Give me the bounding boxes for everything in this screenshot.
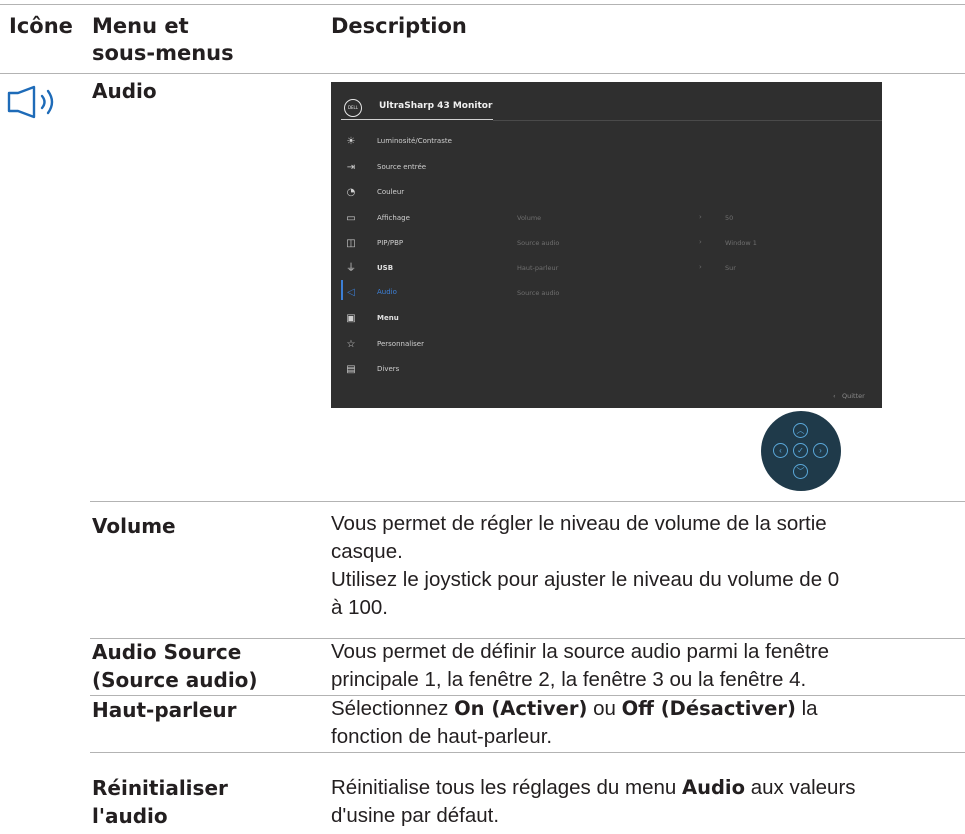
usb-icon: ⏚ <box>346 263 356 274</box>
osd-title: UltraSharp 43 Monitor <box>379 101 493 111</box>
osd-tab-underline <box>341 119 493 120</box>
osd-menu-label: PIP/PBP <box>377 239 404 247</box>
osd-sub-audio-source-value: Window 1 <box>725 239 757 247</box>
chevron-left-icon: ‹ <box>833 392 836 400</box>
osd-menu-item-personalize[interactable]: ☆ Personnaliser <box>331 339 531 355</box>
osd-menu-item-audio[interactable]: ◁ Audio <box>331 287 531 303</box>
osd-menu-item-display[interactable]: ▭ Affichage <box>331 213 531 229</box>
desc-text: la <box>795 697 818 720</box>
dell-logo-icon: DELL <box>344 99 362 117</box>
menu-icon: ▣ <box>346 313 356 324</box>
desc-bold: Off (Désactiver) <box>621 697 796 720</box>
color-icon: ◔ <box>346 187 356 198</box>
osd-quit-button[interactable]: Quitter <box>842 392 865 400</box>
osd-menu-item-menu[interactable]: ▣ Menu <box>331 313 531 329</box>
desc-text: Réinitialise tous les réglages du menu <box>331 776 682 799</box>
row-desc-reset-audio: Réinitialise tous les réglages du menu A… <box>331 774 956 830</box>
desc-bold: On (Activer) <box>454 697 588 720</box>
input-source-icon: ⇥ <box>346 162 356 173</box>
joystick-left-icon: ‹ <box>773 443 788 458</box>
desc-line: à 100. <box>331 596 388 619</box>
label-line: Audio Source <box>92 640 242 664</box>
osd-menu-label: Affichage <box>377 214 410 222</box>
chevron-right-icon: › <box>699 213 702 221</box>
label-line: (Source audio) <box>92 668 258 692</box>
header-description-column: Description <box>331 14 467 38</box>
osd-menu-label: Couleur <box>377 188 405 196</box>
label-line: Réinitialiser <box>92 776 228 800</box>
joystick-diagram: ︿ ‹ ✓ › ﹀ <box>761 411 841 491</box>
row-label-audio-source: Audio Source (Source audio) <box>92 638 312 694</box>
others-icon: ▤ <box>346 364 356 375</box>
desc-text: ou <box>587 697 622 720</box>
row-rule-4 <box>90 752 965 753</box>
joystick-up-icon: ︿ <box>793 423 808 438</box>
row-label-reset-audio: Réinitialiser l'audio <box>92 774 312 830</box>
osd-divider <box>493 120 882 121</box>
osd-sub-volume[interactable]: Volume <box>517 214 541 222</box>
desc-bold: Audio <box>681 776 745 799</box>
osd-menu-item-others[interactable]: ▤ Divers <box>331 364 531 380</box>
header-menu-column-line1: Menu et <box>92 14 189 38</box>
osd-menu-item-input-source[interactable]: ⇥ Source entrée <box>331 162 531 178</box>
osd-menu-label: Source entrée <box>377 163 427 171</box>
desc-line: Vous permet de régler le niveau de volum… <box>331 512 827 535</box>
desc-line: Utilisez le joystick pour ajuster le niv… <box>331 568 840 591</box>
osd-sub-reset-audio[interactable]: Source audio <box>517 289 559 297</box>
row-label-volume: Volume <box>92 514 176 538</box>
osd-sub-volume-value: 50 <box>725 214 734 222</box>
osd-menu-label: USB <box>377 264 394 272</box>
osd-menu-item-pip-pbp[interactable]: ◫ PIP/PBP <box>331 238 531 254</box>
osd-menu-item-color[interactable]: ◔ Couleur <box>331 187 531 203</box>
row-desc-volume: Vous permet de régler le niveau de volum… <box>331 510 956 622</box>
desc-text: Sélectionnez <box>331 697 455 720</box>
desc-line: Vous permet de définir la source audio p… <box>331 640 829 663</box>
desc-line: casque. <box>331 540 403 563</box>
osd-menu-item-brightness[interactable]: ☀ Luminosité/Contraste <box>331 136 531 152</box>
desc-line: d'usine par défaut. <box>331 804 500 827</box>
row-rule-1 <box>90 501 965 502</box>
header-menu-column-line2: sous-menus <box>92 41 234 65</box>
label-line: l'audio <box>92 804 168 828</box>
desc-line: fonction de haut-parleur. <box>331 725 553 748</box>
osd-sub-speaker[interactable]: Haut-parleur <box>517 264 558 272</box>
desc-text: aux valeurs <box>745 776 856 799</box>
joystick-right-icon: › <box>813 443 828 458</box>
osd-menu-label: Audio <box>377 288 397 296</box>
header-icon-column: Icône <box>9 14 73 38</box>
osd-menu-label: Menu <box>377 314 399 322</box>
chevron-right-icon: › <box>699 238 702 246</box>
pip-pbp-icon: ◫ <box>346 238 356 249</box>
osd-menu-label: Divers <box>377 365 400 373</box>
chevron-right-icon: › <box>699 263 702 271</box>
osd-menu-label: Luminosité/Contraste <box>377 137 452 145</box>
section-title: Audio <box>92 79 157 103</box>
osd-sub-audio-source[interactable]: Source audio <box>517 239 559 247</box>
row-desc-audio-source: Vous permet de définir la source audio p… <box>331 638 956 694</box>
osd-menu-label: Personnaliser <box>377 340 424 348</box>
joystick-ok-icon: ✓ <box>793 443 808 458</box>
osd-menu-item-usb[interactable]: ⏚ USB <box>331 263 531 279</box>
audio-icon: ◁ <box>347 287 355 298</box>
osd-sub-speaker-value: Sur <box>725 264 736 272</box>
star-icon: ☆ <box>346 339 356 350</box>
osd-menu-screenshot: DELL UltraSharp 43 Monitor ☀ Luminosité/… <box>331 82 882 408</box>
desc-line: Réinitialise tous les réglages du menu A… <box>331 774 956 802</box>
row-desc-speaker: Sélectionnez On (Activer) ou Off (Désact… <box>331 695 956 751</box>
desc-line: Sélectionnez On (Activer) ou Off (Désact… <box>331 695 956 723</box>
joystick-down-icon: ﹀ <box>793 464 808 479</box>
table-top-rule <box>0 4 965 5</box>
desc-line: principale 1, la fenêtre 2, la fenêtre 3… <box>331 668 807 691</box>
display-icon: ▭ <box>346 213 356 224</box>
brightness-icon: ☀ <box>346 136 356 147</box>
header-rule <box>0 73 965 74</box>
row-label-speaker: Haut-parleur <box>92 698 237 722</box>
speaker-icon <box>7 85 54 119</box>
